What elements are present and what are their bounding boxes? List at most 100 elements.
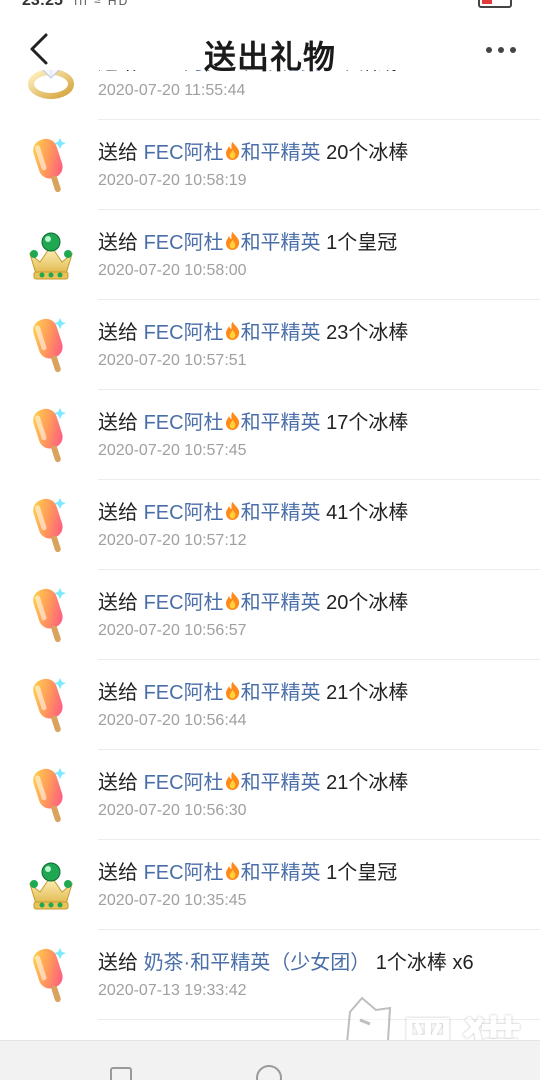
recipient-name-tail: 和平精英 (240, 772, 321, 794)
send-prefix: 送给 (98, 772, 144, 794)
recipient-name-text: 奶茶·和平精英（少女团） (143, 952, 371, 974)
send-prefix: 送给 (98, 682, 144, 704)
flame-icon (224, 681, 241, 701)
gift-record-row[interactable]: 送给 FEC阿杜 和平精英 23个冰棒 2020-07-20 10:57:51 (0, 300, 540, 390)
gift-description: 送给 FEC阿杜 和平精英 20个冰棒 (98, 586, 408, 615)
flame-icon (224, 231, 241, 251)
popsicle-icon (24, 314, 78, 376)
gift-amount: 21个冰棒 (320, 772, 409, 794)
recipient-name[interactable]: FEC阿杜和平精英 (144, 502, 321, 524)
recipient-name-text: FEC阿杜 (143, 592, 224, 614)
popsicle-icon (24, 494, 78, 556)
gift-timestamp: 2020-07-20 10:57:12 (98, 532, 247, 549)
gift-amount: 1个皇冠 (320, 862, 398, 884)
gift-timestamp: 2020-07-13 19:33:42 (98, 982, 247, 999)
popsicle-icon (24, 134, 78, 196)
flame-icon (224, 321, 241, 341)
recent-apps-button[interactable] (110, 1067, 132, 1080)
recipient-name-text: FEC阿杜 (143, 682, 224, 704)
recipient-name-text: FEC阿杜 (143, 862, 224, 884)
more-options-icon[interactable] (484, 40, 518, 60)
recipient-name-tail: 和平精英 (241, 70, 321, 74)
recipient-name[interactable]: FEC阿杜和平精英 (144, 232, 321, 254)
gift-amount: 20个冰棒 (320, 592, 409, 614)
popsicle-icon (24, 764, 78, 826)
send-prefix: 送给 (98, 322, 144, 344)
flame-icon (224, 861, 241, 881)
gift-timestamp: 2020-07-20 10:56:30 (98, 802, 247, 819)
recipient-name[interactable]: 奶茶·和平精英（少女团） (144, 952, 371, 974)
popsicle-icon (24, 674, 78, 736)
popsicle-icon (24, 404, 78, 466)
gift-record-row[interactable]: 送给 FEC阿杜 和平精英 21个冰棒 2020-07-20 10:56:44 (0, 660, 540, 750)
gift-amount: 1个冰棒 x6 (370, 952, 474, 974)
gift-description: 送给 FEC阿杜 和平精英 1个皇冠 (98, 856, 397, 885)
recipient-name-text: FEC阿杜 (143, 142, 224, 164)
gift-amount: 23个冰棒 (320, 322, 409, 344)
send-prefix: 送给 (98, 952, 144, 974)
gift-amount: 1个皇冠 (320, 232, 398, 254)
send-prefix: 送给 (98, 862, 144, 884)
gift-record-row[interactable]: 送给 FEC阿杜 和平精英 1个皇冠 2020-07-20 10:35:45 (0, 840, 540, 930)
recipient-name[interactable]: FEC阿杜和平精英 (144, 772, 321, 794)
gift-description: 送给 FEC阿杜 和平精英 23个冰棒 (98, 316, 408, 345)
gift-record-row[interactable]: 送给 FEC阿杜 和平精英 20个冰棒 2020-07-20 10:56:57 (0, 570, 540, 660)
recipient-name-tail: 和平精英 (240, 862, 321, 884)
flame-icon (224, 591, 241, 611)
gift-timestamp: 2020-07-20 10:57:45 (98, 442, 247, 459)
gift-record-row[interactable]: 送给 FEC阿杜 和平精英 20个冰棒 2020-07-20 10:58:19 (0, 120, 540, 210)
send-prefix: 送给 (98, 502, 144, 524)
send-prefix: 送给 (98, 232, 144, 254)
gift-description: 送给 FEC阿杜 和平精英 21个冰棒 (98, 676, 408, 705)
recipient-name-text: FEC阿杜 (143, 502, 224, 524)
popsicle-icon (24, 944, 78, 1006)
recipient-name-tail: 和平精英 (240, 322, 321, 344)
recipient-name[interactable]: FEC阿杜和平精英 (144, 142, 321, 164)
gift-timestamp: 2020-07-20 10:56:57 (98, 622, 247, 639)
gift-record-row[interactable]: 送给 FEC阿杜 和平精英 1个钻戒 2020-07-20 11:55:44 (0, 70, 540, 120)
gift-record-row[interactable]: 送给 FEC阿杜 和平精英 1个皇冠 2020-07-20 10:58:00 (0, 210, 540, 300)
gift-amount: 1个钻戒 (321, 70, 397, 74)
recipient-name-tail: 和平精英 (240, 592, 321, 614)
flame-icon (224, 411, 241, 431)
gift-description: 送给 FEC阿杜 和平精英 20个冰棒 (98, 136, 408, 165)
recipient-name[interactable]: FEC阿杜和平精英 (144, 322, 321, 344)
recipient-name[interactable]: FEC阿杜 和平精英 (144, 70, 321, 74)
recipient-name-text: FEC阿杜 (143, 412, 224, 434)
gift-record-list[interactable]: 送给 FEC阿杜和平精英 1个钻戒2020-07-20 11:55:44送给 F… (0, 70, 540, 1040)
recipient-name[interactable]: FEC阿杜和平精英 (144, 592, 321, 614)
send-prefix: 送给 (98, 412, 144, 434)
gift-record-row[interactable]: 送给 FEC阿杜 和平精英 21个冰棒 2020-07-20 10:56:30 (0, 750, 540, 840)
recipient-name-text: FEC阿杜 (144, 70, 224, 74)
recipient-name-text: FEC阿杜 (143, 322, 224, 344)
home-button[interactable] (256, 1065, 282, 1080)
flame-icon (224, 141, 241, 161)
recipient-name-tail: 和平精英 (240, 142, 321, 164)
crown-icon (24, 224, 78, 286)
recipient-name-tail: 和平精英 (240, 502, 321, 524)
gift-description: 送给 FEC阿杜 和平精英 17个冰棒 (98, 406, 408, 435)
recipient-name-tail: 和平精英 (240, 682, 321, 704)
recipient-name-tail: 和平精英 (240, 232, 321, 254)
status-time: 23:25 (22, 0, 63, 9)
recipient-name[interactable]: FEC阿杜和平精英 (144, 862, 321, 884)
flame-icon (224, 501, 241, 521)
gift-description: 送给 FEC阿杜 和平精英 41个冰棒 (98, 496, 408, 525)
popsicle-icon (24, 584, 78, 646)
send-prefix: 送给 (98, 70, 144, 74)
recipient-name-text: FEC阿杜 (143, 772, 224, 794)
flame-icon (224, 70, 241, 71)
gift-timestamp: 2020-07-20 10:35:45 (98, 892, 247, 909)
gift-description: 送给 FEC阿杜 和平精英 1个钻戒 (98, 70, 397, 75)
gift-timestamp: 2020-07-20 10:57:51 (98, 352, 247, 369)
gift-timestamp: 2020-07-20 10:58:00 (98, 262, 247, 279)
ring-icon (24, 70, 78, 106)
send-prefix: 送给 (98, 142, 144, 164)
gift-description: 送给 奶茶·和平精英（少女团） 1个冰棒 x6 (98, 946, 474, 975)
recipient-name[interactable]: FEC阿杜和平精英 (144, 682, 321, 704)
gift-timestamp: 2020-07-20 10:56:44 (98, 712, 247, 729)
send-prefix: 送给 (98, 592, 144, 614)
gift-record-row[interactable]: 送给 FEC阿杜 和平精英 17个冰棒 2020-07-20 10:57:45 (0, 390, 540, 480)
recipient-name[interactable]: FEC阿杜和平精英 (144, 412, 321, 434)
gift-record-row[interactable]: 送给 FEC阿杜 和平精英 41个冰棒 2020-07-20 10:57:12 (0, 480, 540, 570)
